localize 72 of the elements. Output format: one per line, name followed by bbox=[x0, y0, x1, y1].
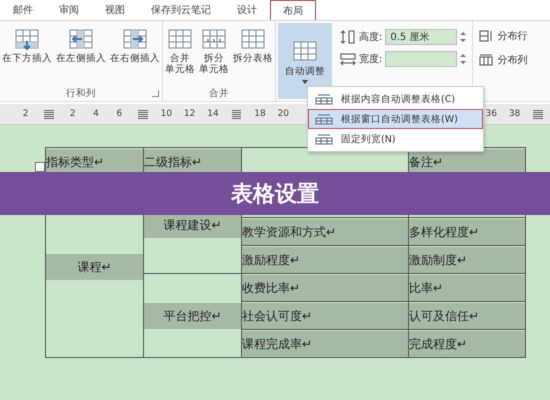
table-icon bbox=[315, 93, 333, 105]
ribbon-tab[interactable]: 审阅 bbox=[46, 0, 92, 20]
table-cell: 社会认可度↵ bbox=[242, 302, 408, 328]
table-move-handle-icon[interactable] bbox=[35, 162, 45, 172]
ribbon-button[interactable]: 分布列 bbox=[479, 53, 528, 67]
ribbon-button[interactable]: 合并 单元格 bbox=[163, 21, 197, 85]
table-cell: 认可及信任↵ bbox=[409, 302, 525, 328]
ruler-number: 38 bbox=[508, 109, 522, 119]
ribbon-tab[interactable]: 邮件 bbox=[0, 0, 46, 20]
table-cell: 完成程度↵ bbox=[409, 330, 525, 356]
column-marker-icon[interactable] bbox=[138, 110, 148, 118]
ruler-number: 4 bbox=[92, 109, 100, 119]
insert-column-icon bbox=[67, 27, 95, 51]
ribbon-button[interactable]: 在下方插入 bbox=[0, 21, 54, 85]
spinner-icon[interactable] bbox=[460, 53, 466, 65]
ruler-number: 6 bbox=[115, 109, 124, 119]
group-label: 合并 bbox=[209, 86, 229, 100]
table-icon bbox=[315, 133, 333, 145]
table-cell: 课程完成率↵ bbox=[242, 330, 408, 356]
caret-icon bbox=[302, 80, 308, 84]
insert-column-icon bbox=[121, 27, 149, 51]
insert-row-icon bbox=[13, 27, 41, 51]
number-field[interactable]: 0.5 厘米 bbox=[385, 29, 458, 45]
dialog-launcher-icon[interactable] bbox=[152, 90, 159, 97]
ribbon-button[interactable]: 拆分 单元格 bbox=[197, 21, 231, 85]
menu-item[interactable]: 根据窗口自动调整表格(W) bbox=[308, 109, 483, 129]
ribbon-tab[interactable]: 保存到云笔记 bbox=[138, 0, 224, 20]
ruler-number: 14 bbox=[206, 109, 220, 119]
table-cell: 激励程度↵ bbox=[242, 246, 408, 272]
table-grid-icon bbox=[166, 27, 194, 51]
ribbon-button[interactable]: 在右侧插入 bbox=[108, 21, 162, 85]
autofit-button[interactable]: 自动调整 bbox=[278, 23, 332, 99]
column-marker-icon[interactable] bbox=[232, 110, 242, 118]
table-cell: 比率↵ bbox=[409, 274, 525, 300]
table-grid-icon bbox=[200, 27, 228, 51]
column-width-icon bbox=[340, 52, 356, 66]
ruler-number: 18 bbox=[253, 109, 267, 119]
table-cell: 课程↵ bbox=[46, 254, 143, 280]
column-header: 二级指标↵ bbox=[144, 148, 241, 174]
ribbon-button[interactable]: 分布行 bbox=[479, 29, 528, 43]
ruler-number: 36 bbox=[484, 109, 498, 119]
ribbon-button[interactable]: 在左侧插入 bbox=[54, 21, 108, 85]
ribbon-tab[interactable]: 视图 bbox=[92, 0, 138, 20]
distribute-columns-icon bbox=[479, 54, 494, 66]
distribute-rows-icon bbox=[479, 30, 494, 42]
column-header: 指标类型↵ bbox=[46, 148, 143, 174]
table-cell: 平台把控↵ bbox=[144, 302, 241, 328]
ruler-number: 20 bbox=[276, 109, 290, 119]
number-field[interactable] bbox=[385, 51, 458, 67]
spinner-icon[interactable] bbox=[460, 31, 466, 43]
row-height-icon bbox=[340, 30, 356, 44]
table-cell: 多样化程度↵ bbox=[409, 218, 525, 244]
column-marker-icon[interactable] bbox=[533, 110, 543, 118]
table-cell: 教学资源和方式↵ bbox=[242, 218, 408, 244]
ribbon-button[interactable]: 拆分表格 bbox=[231, 21, 275, 85]
group-label: 行和列 bbox=[66, 86, 96, 100]
table-grid-icon bbox=[291, 38, 319, 62]
ribbon-tab[interactable]: 设计 bbox=[224, 0, 270, 20]
ruler-number: 2 bbox=[68, 109, 77, 119]
table-icon bbox=[315, 113, 333, 125]
ruler-number: 10 bbox=[160, 109, 174, 119]
column-marker-icon[interactable] bbox=[44, 110, 54, 118]
field-label: 高度: bbox=[359, 30, 382, 44]
table-grid-icon bbox=[239, 27, 267, 51]
ribbon-tab[interactable]: 布局 bbox=[270, 0, 316, 20]
table-cell: 激励制度↵ bbox=[409, 246, 525, 272]
table-cell: 收费比率↵ bbox=[242, 274, 408, 300]
menu-item[interactable]: 固定列宽(N) bbox=[308, 129, 483, 149]
field-label: 宽度: bbox=[359, 52, 382, 66]
banner-title: 表格设置 bbox=[231, 180, 319, 208]
ruler-number: 12 bbox=[182, 109, 196, 119]
ruler-number: 2 bbox=[22, 109, 30, 119]
